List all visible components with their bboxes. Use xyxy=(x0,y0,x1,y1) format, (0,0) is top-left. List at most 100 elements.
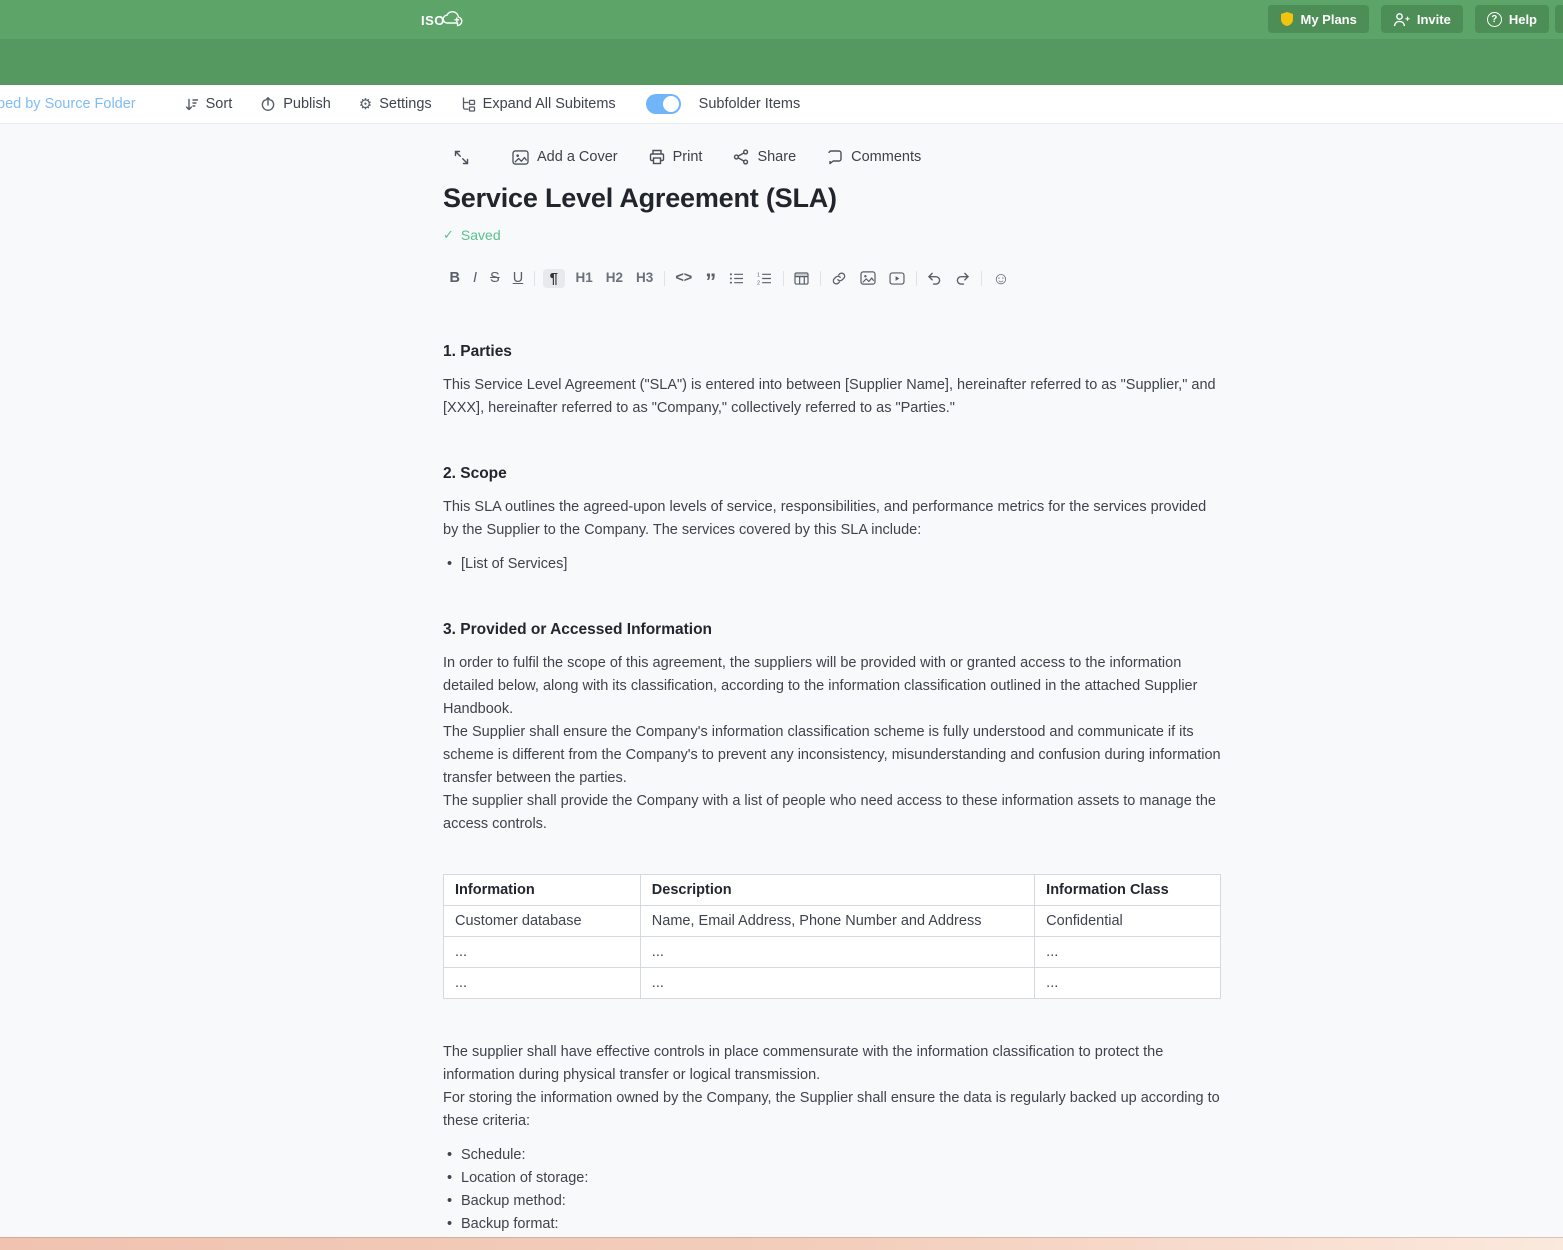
cell[interactable]: Confidential xyxy=(1035,906,1221,937)
invite-button[interactable]: Invite xyxy=(1381,5,1463,33)
image-icon xyxy=(860,271,876,285)
bottom-accent-bar xyxy=(0,1237,1563,1250)
publish-icon xyxy=(260,96,276,112)
heading2-button[interactable]: H2 xyxy=(599,271,629,285)
formatting-toolbar: B I S U ¶ H1 H2 H3 <> ” 12 xyxy=(443,266,1221,290)
expand-all-subitems-button[interactable]: Expand All Subitems xyxy=(460,96,616,112)
iso-cloud-logo[interactable]: ISO xyxy=(421,7,465,33)
shield-icon xyxy=(1280,11,1294,27)
insert-table-button[interactable] xyxy=(788,272,816,285)
insert-image-button[interactable] xyxy=(854,271,883,285)
question-icon: ? xyxy=(1487,12,1502,27)
cell[interactable]: ... xyxy=(444,968,641,999)
svg-text:1: 1 xyxy=(757,272,760,278)
list-item: Backup format: xyxy=(443,1213,1221,1236)
my-plans-label: My Plans xyxy=(1301,12,1357,27)
toggle-knob xyxy=(663,96,679,112)
services-list: [List of Services] xyxy=(443,553,1221,576)
subfolder-items-toggle[interactable] xyxy=(646,94,681,114)
italic-button[interactable]: I xyxy=(466,271,483,286)
list-item: Location of storage: xyxy=(443,1167,1221,1190)
document-body[interactable]: 1. Parties This Service Level Agreement … xyxy=(443,342,1221,1236)
check-icon: ✓ xyxy=(443,227,454,243)
secondary-header-bar xyxy=(0,39,1563,85)
undo-button[interactable] xyxy=(921,272,949,285)
invite-label: Invite xyxy=(1417,12,1451,27)
col-description[interactable]: Description xyxy=(640,875,1034,906)
cell[interactable]: ... xyxy=(444,937,641,968)
paragraph-button[interactable]: ¶ xyxy=(543,269,565,288)
print-button[interactable]: Print xyxy=(649,149,703,165)
comments-label: Comments xyxy=(851,149,921,165)
section-heading-scope: 2. Scope xyxy=(443,464,1221,483)
sort-button[interactable]: Sort xyxy=(184,96,233,112)
col-information-class[interactable]: Information Class xyxy=(1035,875,1221,906)
heading3-button[interactable]: H3 xyxy=(630,271,660,285)
document-title[interactable]: Service Level Agreement (SLA) xyxy=(443,183,1221,214)
help-button[interactable]: ? Help xyxy=(1475,5,1549,33)
topbar-actions: My Plans Invite ? Help xyxy=(1268,5,1550,33)
cell[interactable]: Name, Email Address, Phone Number and Ad… xyxy=(640,906,1034,937)
saved-status: ✓ Saved xyxy=(443,227,1221,243)
redo-button[interactable] xyxy=(949,272,977,285)
numbered-list-icon: 12 xyxy=(757,272,772,285)
list-item: Backup method: xyxy=(443,1190,1221,1213)
information-table: Information Description Information Clas… xyxy=(443,874,1221,999)
list-item: Schedule: xyxy=(443,1144,1221,1167)
information-paragraph-2: The Supplier shall ensure the Company's … xyxy=(443,721,1221,790)
underline-button[interactable]: U xyxy=(506,271,529,286)
document-canvas[interactable]: Add a Cover Print Share Comments xyxy=(443,125,1221,1236)
bullet-list-button[interactable] xyxy=(723,272,751,285)
document-tools-row: Add a Cover Print Share Comments xyxy=(443,147,1221,167)
settings-button[interactable]: ⚙ Settings xyxy=(359,96,432,112)
view-toolbar: ped by Source Folder Sort Publish ⚙ Sett… xyxy=(0,85,1563,124)
gear-icon: ⚙ xyxy=(359,97,372,112)
share-label: Share xyxy=(757,149,796,165)
insert-link-button[interactable] xyxy=(825,271,854,286)
col-information[interactable]: Information xyxy=(444,875,641,906)
numbered-list-button[interactable]: 12 xyxy=(751,272,779,285)
code-button[interactable]: <> xyxy=(669,271,699,286)
strikethrough-button[interactable]: S xyxy=(484,271,507,286)
information-paragraph-3: The supplier shall provide the Company w… xyxy=(443,790,1221,836)
page-content: Add a Cover Print Share Comments xyxy=(0,125,1563,1237)
cell[interactable]: ... xyxy=(640,968,1034,999)
settings-label: Settings xyxy=(379,96,431,112)
comments-button[interactable]: Comments xyxy=(827,149,921,165)
scope-paragraph: This SLA outlines the agreed-upon levels… xyxy=(443,496,1221,542)
sort-label: Sort xyxy=(206,96,233,112)
comment-icon xyxy=(827,149,843,165)
cell[interactable]: ... xyxy=(1035,937,1221,968)
heading1-button[interactable]: H1 xyxy=(569,271,599,285)
topbar-overflow-button[interactable] xyxy=(1555,5,1563,33)
cell[interactable]: Customer database xyxy=(444,906,641,937)
add-cover-button[interactable]: Add a Cover xyxy=(512,149,618,165)
publish-button[interactable]: Publish xyxy=(260,96,331,112)
grouped-by-source-folder-link[interactable]: ped by Source Folder xyxy=(0,96,136,112)
help-label: Help xyxy=(1509,12,1537,27)
toolbar-divider xyxy=(916,271,917,286)
person-plus-icon xyxy=(1393,12,1410,27)
toolbar-divider xyxy=(664,271,665,286)
table-header-row: Information Description Information Clas… xyxy=(444,875,1221,906)
toolbar-divider xyxy=(820,271,821,286)
printer-icon xyxy=(649,149,665,165)
table-row: ... ... ... xyxy=(444,937,1221,968)
subitems-tree-icon xyxy=(460,96,476,112)
cell[interactable]: ... xyxy=(1035,968,1221,999)
expand-all-subitems-label: Expand All Subitems xyxy=(483,96,616,112)
share-icon xyxy=(733,149,749,165)
blockquote-button[interactable]: ” xyxy=(699,271,723,293)
toolbar-divider xyxy=(981,271,982,286)
emoji-button[interactable]: ☺ xyxy=(986,270,1016,287)
top-app-bar: ISO My Plans Invite ? Help xyxy=(0,0,1563,39)
insert-video-button[interactable] xyxy=(883,272,912,285)
expand-doc-icon[interactable] xyxy=(453,149,470,166)
my-plans-button[interactable]: My Plans xyxy=(1268,5,1369,33)
cell[interactable]: ... xyxy=(640,937,1034,968)
table-row: Customer database Name, Email Address, P… xyxy=(444,906,1221,937)
controls-paragraph-1: The supplier shall have effective contro… xyxy=(443,1041,1221,1087)
share-button[interactable]: Share xyxy=(733,149,796,165)
redo-icon xyxy=(955,272,970,285)
bold-button[interactable]: B xyxy=(443,271,466,286)
